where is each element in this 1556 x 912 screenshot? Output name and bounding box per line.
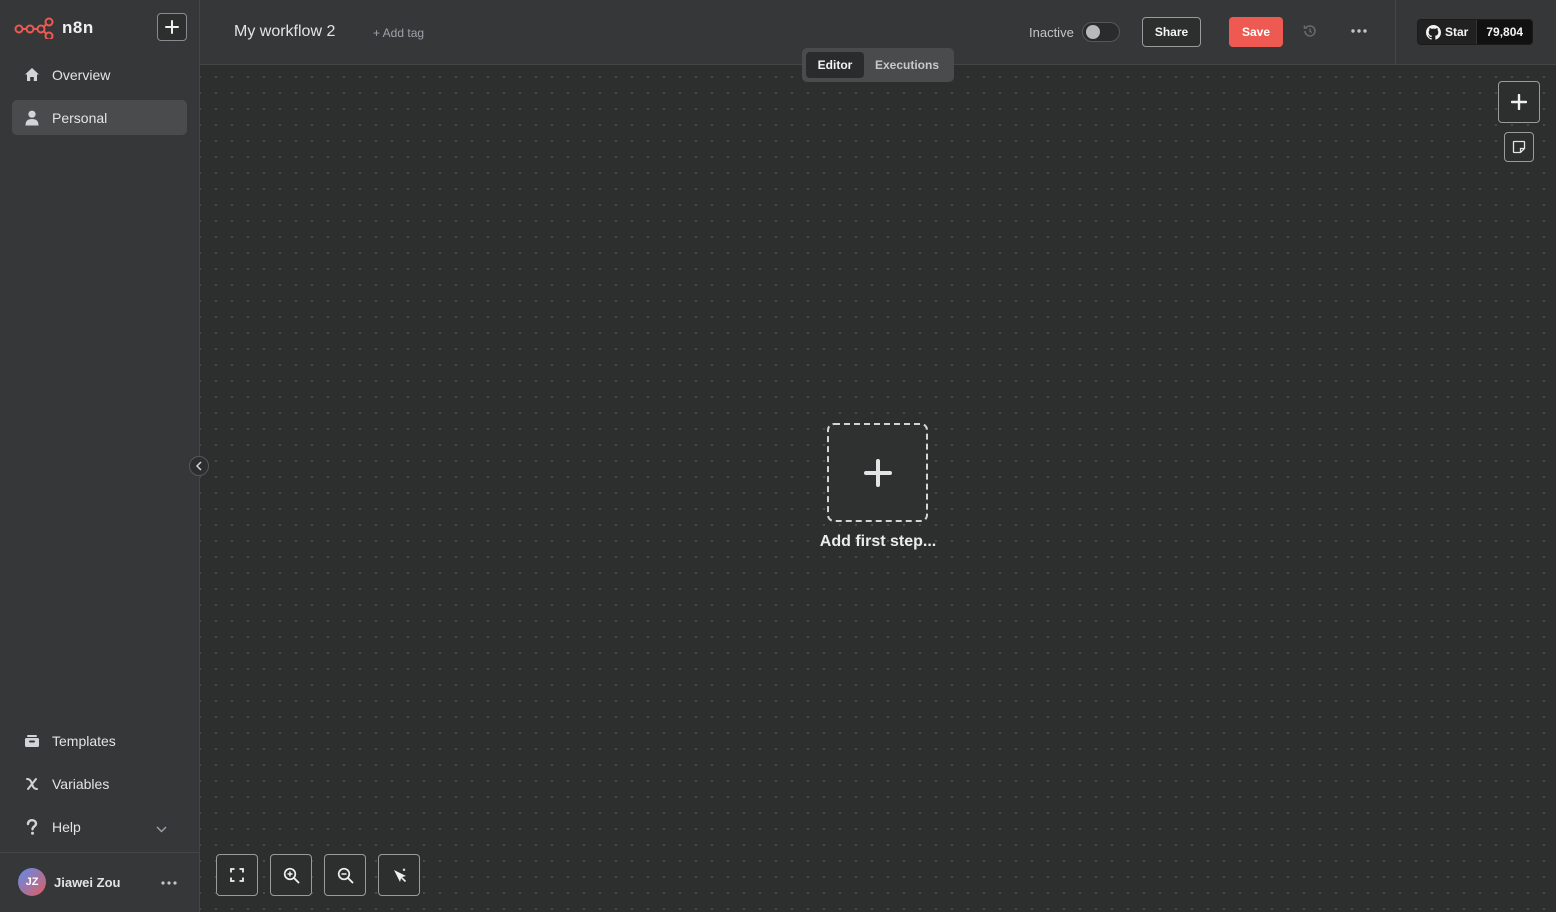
sidebar: n8n Overview Personal Templates Variable… bbox=[0, 0, 200, 912]
tidy-up-button[interactable] bbox=[378, 854, 420, 896]
more-options-icon[interactable] bbox=[1350, 22, 1368, 45]
sidebar-item-label: Templates bbox=[52, 732, 116, 749]
view-tabs: Editor Executions bbox=[802, 48, 954, 82]
zoom-in-icon bbox=[283, 867, 299, 883]
sidebar-item-templates[interactable]: Templates bbox=[12, 723, 187, 758]
user-icon bbox=[24, 110, 40, 126]
sidebar-item-label: Personal bbox=[52, 109, 108, 126]
app-name: n8n bbox=[62, 18, 94, 37]
more-options-icon[interactable] bbox=[161, 872, 177, 890]
user-menu[interactable]: JZ Jiawei Zou bbox=[18, 868, 183, 896]
magic-wand-icon bbox=[393, 868, 406, 882]
header-divider bbox=[1395, 0, 1396, 65]
sidebar-item-label: Overview bbox=[52, 66, 111, 83]
github-star: Star bbox=[1418, 20, 1477, 44]
sidebar-item-label: Variables bbox=[52, 775, 110, 792]
add-first-step-label: Add first step... bbox=[819, 533, 937, 550]
user-name: Jiawei Zou bbox=[54, 874, 121, 890]
tab-editor[interactable]: Editor bbox=[806, 52, 864, 78]
chevron-down-icon bbox=[156, 820, 167, 838]
add-first-step-button[interactable] bbox=[827, 423, 928, 522]
zoom-out-button[interactable] bbox=[324, 854, 366, 896]
add-node-button[interactable] bbox=[1498, 81, 1540, 123]
toggle-knob bbox=[1086, 25, 1100, 39]
add-sticky-note-button[interactable] bbox=[1504, 132, 1534, 162]
zoom-to-fit-button[interactable] bbox=[216, 854, 258, 896]
variables-icon bbox=[24, 776, 40, 792]
add-tag-link[interactable]: + Add tag bbox=[373, 26, 424, 40]
collapse-sidebar-button[interactable] bbox=[189, 456, 209, 476]
n8n-logo-icon bbox=[14, 17, 54, 39]
plus-icon bbox=[1511, 94, 1527, 110]
sidebar-item-personal[interactable]: Personal bbox=[12, 100, 187, 135]
sticky-note-icon bbox=[1512, 140, 1526, 154]
save-button[interactable]: Save bbox=[1229, 17, 1283, 47]
chevron-left-icon bbox=[195, 461, 202, 471]
sidebar-item-label: Help bbox=[52, 818, 81, 835]
active-toggle[interactable] bbox=[1082, 22, 1120, 42]
github-star-button[interactable]: Star 79,804 bbox=[1417, 19, 1534, 45]
workflow-status-label: Inactive bbox=[1029, 25, 1074, 40]
plus-icon bbox=[165, 20, 179, 34]
share-button[interactable]: Share bbox=[1142, 17, 1201, 47]
n8n-logo[interactable]: n8n bbox=[14, 16, 94, 40]
templates-icon bbox=[24, 733, 40, 749]
sidebar-item-variables[interactable]: Variables bbox=[12, 766, 187, 801]
zoom-in-button[interactable] bbox=[270, 854, 312, 896]
n8n-app: n8n Overview Personal Templates Variable… bbox=[0, 0, 1556, 912]
zoom-out-icon bbox=[337, 867, 353, 883]
history-icon[interactable] bbox=[1302, 23, 1318, 44]
fit-view-icon bbox=[230, 868, 244, 882]
workflow-canvas[interactable]: Add first step... bbox=[200, 65, 1556, 912]
create-button[interactable] bbox=[157, 13, 187, 41]
github-star-count: 79,804 bbox=[1476, 20, 1533, 44]
sidebar-item-overview[interactable]: Overview bbox=[12, 57, 187, 92]
sidebar-divider bbox=[0, 852, 199, 853]
github-icon bbox=[1426, 24, 1441, 40]
plus-icon bbox=[863, 458, 892, 487]
home-icon bbox=[24, 67, 40, 83]
question-icon bbox=[24, 818, 40, 835]
sidebar-item-help[interactable]: Help bbox=[12, 809, 187, 844]
avatar: JZ bbox=[18, 868, 46, 896]
tab-executions[interactable]: Executions bbox=[864, 52, 950, 78]
github-star-label: Star bbox=[1445, 25, 1469, 39]
workflow-name[interactable]: My workflow 2 bbox=[234, 23, 335, 41]
